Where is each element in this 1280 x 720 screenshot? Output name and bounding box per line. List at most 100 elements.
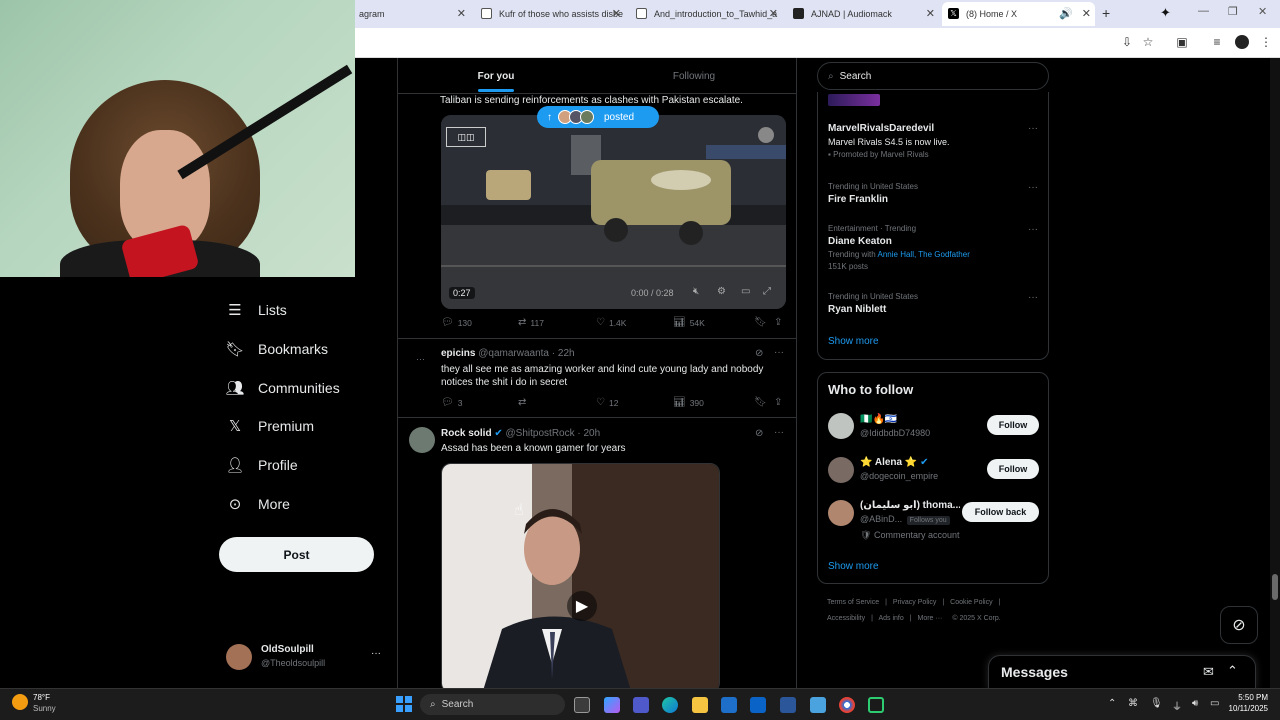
reply-button[interactable]: 💬︎ 3 [441,397,462,408]
grok-button[interactable]: ⊘ [1220,606,1258,644]
outlook-icon[interactable] [750,697,766,713]
avatar[interactable] [409,427,435,453]
more-dots-icon[interactable]: ··· [774,347,784,358]
speaker-icon[interactable]: 🔊 [1059,7,1073,20]
share-button[interactable]: ⇪ [774,397,786,408]
more-dots-icon[interactable]: ··· [1028,123,1038,134]
nav-more[interactable]: ⊙ More [226,490,290,518]
close-icon[interactable]: ✕ [457,7,466,20]
video-player[interactable]: ◫◫ 0:27 0:00 / 0:28 🔇︎ ⚙ ▭ ⤢ [441,115,786,309]
repost-button[interactable]: ⇄ 117 [518,317,544,328]
trend-item[interactable]: MarvelRivalsDaredevil Marvel Rivals S4.5… [828,123,950,159]
clock-date[interactable]: 10/11/2025 [1224,704,1268,713]
more-dots-icon[interactable]: ··· [1028,224,1038,235]
scrollbar-thumb[interactable] [1272,574,1278,600]
favorite-star-icon[interactable]: ☆ [1141,35,1155,49]
follow-button[interactable]: Follow [987,459,1039,479]
browser-tab-3[interactable]: And_introduction_to_Tawhid_a ✕ [630,2,782,26]
browser-menu-icon[interactable]: ⋮ [1259,35,1273,49]
battery-icon[interactable]: ▭ [1210,698,1219,709]
follow-button[interactable]: Follow [987,415,1039,435]
browser-profile-icon[interactable] [1235,35,1249,49]
snipping-tool-icon[interactable] [810,697,826,713]
avatar[interactable] [828,457,854,483]
trend-item[interactable]: Trending in United States Ryan Niblett [828,292,918,315]
footer-link[interactable]: Terms of Service [827,599,879,606]
new-message-icon[interactable]: ✉ [1203,664,1214,680]
windows-start-icon[interactable] [396,696,412,712]
follow-back-button[interactable]: Follow back [962,502,1039,522]
repost-button[interactable]: ⇄ [518,397,530,408]
window-close-icon[interactable]: ✕ [1258,5,1267,18]
mute-icon[interactable]: 🔇︎ [693,286,699,297]
avatar[interactable] [828,500,854,526]
more-dots-icon[interactable]: ··· [1028,292,1038,303]
calculator-icon[interactable] [721,697,737,713]
share-button[interactable]: ⇪ [774,317,786,328]
new-tab-icon[interactable]: + [1102,5,1110,21]
scrollbar[interactable] [1270,58,1280,688]
author-name[interactable]: epicins [441,348,475,359]
like-button[interactable]: ♡ 1.4K [596,317,626,328]
video-player[interactable]: ▶ [441,463,720,688]
views-button[interactable]: 📊︎ 390 [673,397,704,408]
bookmark-button[interactable]: 🔖︎ [754,397,771,408]
post-time[interactable]: · 20h [577,428,600,439]
network-icon[interactable]: ⌘ [1128,698,1138,709]
pip-icon[interactable]: ▭ [741,286,750,297]
browser-tab-4[interactable]: AJNAD | Audiomack ✕ [787,2,939,26]
nav-lists[interactable]: ☰ Lists [226,296,287,324]
footer-link[interactable]: Ads info [878,615,903,622]
reply-button[interactable]: 💬︎ 130 [441,317,472,328]
trend-item[interactable]: Trending in United States Fire Franklin [828,182,918,205]
author-name[interactable]: Rock solid [441,428,492,439]
post-time[interactable]: · 22h [552,348,575,359]
footer-link[interactable]: Cookie Policy [950,599,992,606]
nav-communities[interactable]: 👥︎ Communities [225,374,339,402]
author-handle[interactable]: @qamarwaanta [478,348,549,359]
browser-tab-2[interactable]: Kufr of those who assists disbe ✕ [475,2,625,26]
edge-icon[interactable] [662,697,678,713]
volume-icon[interactable]: 🔊︎ [1192,698,1198,709]
footer-link[interactable]: More ··· [918,615,943,622]
new-posts-pill[interactable]: ↑ posted [537,106,659,128]
like-button[interactable]: ♡ 12 [596,397,618,408]
chevron-up-icon[interactable]: ⌃ [1108,698,1116,709]
maximize-icon[interactable]: ❐ [1228,5,1238,18]
show-more-link[interactable]: Show more [828,336,879,347]
nav-premium[interactable]: 𝕏 Premium [226,412,314,440]
post-button[interactable]: Post [219,537,374,572]
wifi-icon[interactable]: ⏚ [1172,698,1182,713]
footer-link[interactable]: Accessibility [827,615,865,622]
more-dots-icon[interactable]: ··· [774,427,784,438]
grok-icon[interactable]: ⊘ [755,428,763,439]
file-explorer-icon[interactable] [692,697,708,713]
split-screen-icon[interactable]: ▣ [1175,35,1189,49]
grok-icon[interactable]: ⊘ [755,348,763,359]
more-dots-icon[interactable]: ··· [371,648,381,659]
search-input[interactable]: ⌕ Search [817,62,1049,90]
settings-icon[interactable]: ⚙ [717,286,726,297]
browser-tab-active[interactable]: 𝕏 (8) Home / X 🔊 ✕ [942,2,1095,26]
close-icon[interactable]: ✕ [612,7,621,20]
views-button[interactable]: 📊︎ 54K [673,317,705,328]
teams-icon[interactable] [633,697,649,713]
suggested-name[interactable]: 🇳🇬🔥🇮🇱 [860,414,897,425]
weather-temp[interactable]: 78°F [33,693,50,702]
account-switcher[interactable]: OldSoulpill @Theoldsoulpill ··· [226,642,391,674]
clock-time[interactable]: 5:50 PM [1228,693,1268,702]
nav-bookmarks[interactable]: 🔖︎ Bookmarks [225,335,328,363]
collections-icon[interactable]: ≡ [1210,35,1224,49]
avatar[interactable] [828,413,854,439]
tab-following[interactable]: Following [596,58,792,94]
copilot-app-icon[interactable] [604,697,620,713]
close-icon[interactable]: ✕ [1082,7,1091,20]
fullscreen-icon[interactable]: ⤢ [763,286,771,297]
copilot-icon[interactable]: ✦ [1160,5,1171,21]
close-icon[interactable]: ✕ [926,7,935,20]
weather-desc[interactable]: Sunny [33,704,56,713]
play-icon[interactable]: ▶ [567,591,597,621]
more-dots-icon[interactable]: ··· [1028,182,1038,193]
chrome-icon[interactable] [839,697,855,713]
browser-tab-1[interactable]: agram ✕ [335,2,470,26]
